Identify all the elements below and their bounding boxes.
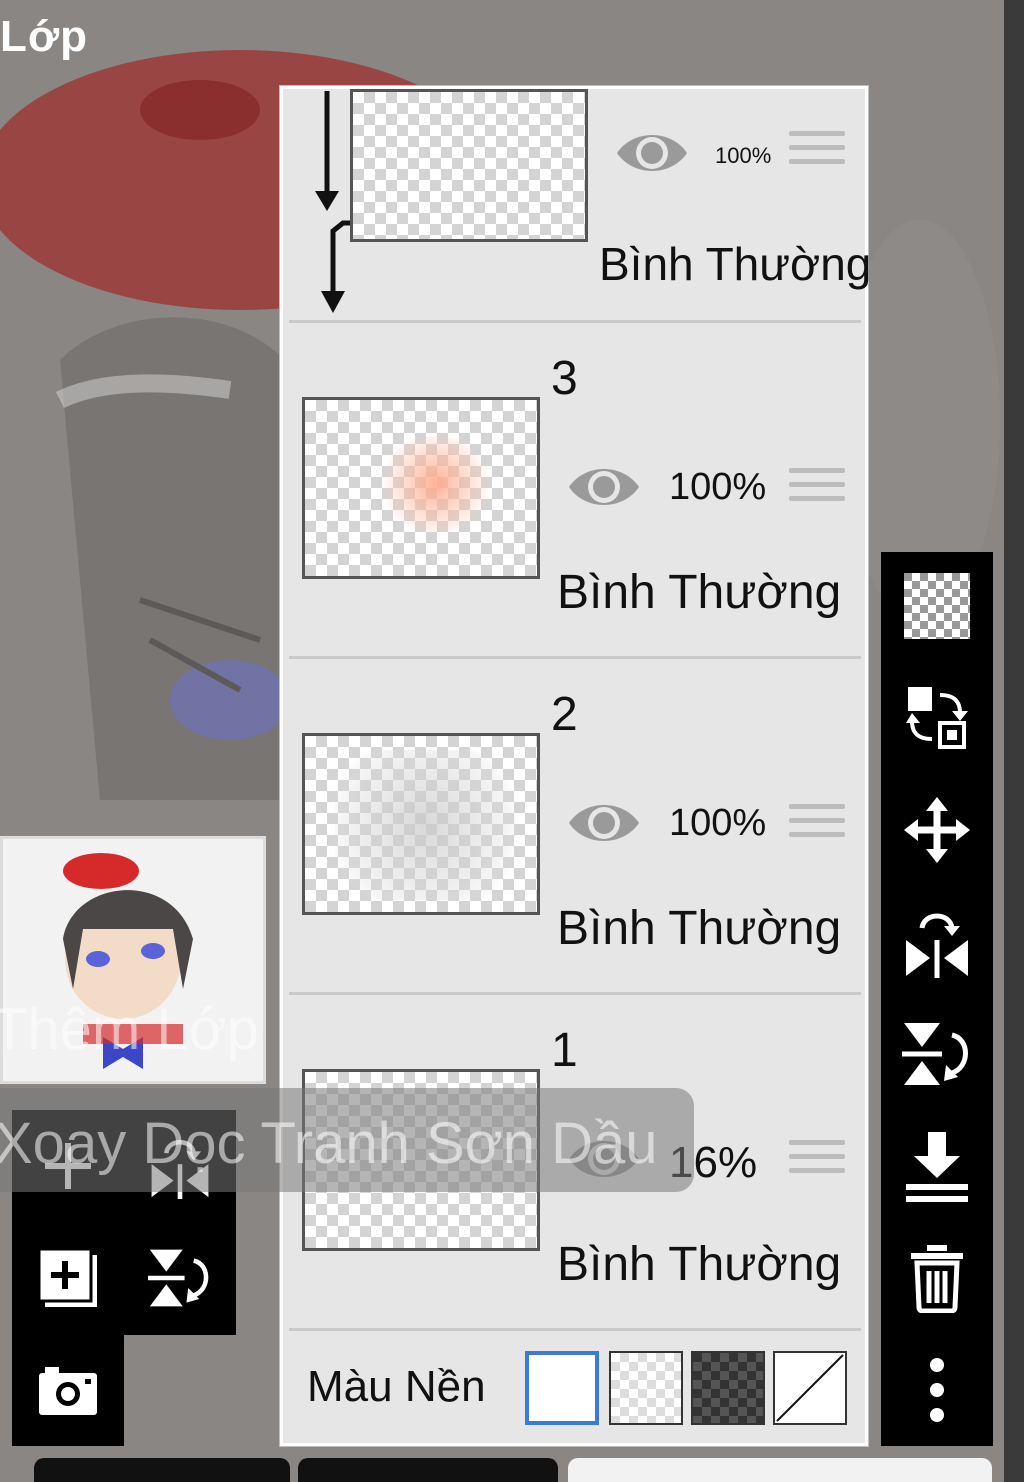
- layer-row[interactable]: 3 100% Bình Thường: [289, 323, 861, 659]
- drag-handle-icon[interactable]: [789, 1140, 845, 1182]
- layer-number: 1: [551, 1024, 578, 1077]
- layer-opacity[interactable]: 100%: [715, 143, 771, 169]
- bottom-tab-2[interactable]: [298, 1458, 558, 1482]
- add-image-layer-button[interactable]: [12, 1222, 124, 1334]
- move-button[interactable]: [881, 780, 993, 880]
- merge-down-icon: [906, 1132, 968, 1202]
- layer-row[interactable]: 2 100% Bình Thường: [289, 659, 861, 995]
- screen-edge: [1004, 0, 1024, 1482]
- transparency-icon: [904, 573, 970, 639]
- merge-down-button[interactable]: [881, 1116, 993, 1216]
- transparency-button[interactable]: [881, 556, 993, 656]
- swap-layers-icon: [906, 687, 968, 749]
- flip-vertical-icon: [902, 1023, 968, 1085]
- background-color-row: Màu Nền: [289, 1334, 861, 1434]
- layer-thumbnail[interactable]: [302, 733, 540, 915]
- move-icon: [904, 797, 970, 863]
- drag-handle-icon[interactable]: [789, 468, 845, 510]
- flip-vertical-button[interactable]: [881, 1004, 993, 1104]
- layer-number: 2: [551, 688, 578, 741]
- layer-thumbnail[interactable]: [302, 397, 540, 579]
- blend-mode[interactable]: Bình Thường: [557, 1237, 841, 1292]
- background-white-swatch[interactable]: [525, 1351, 599, 1425]
- layer-tools-toolbar: [881, 552, 993, 1446]
- delete-layer-button[interactable]: [881, 1228, 993, 1328]
- camera-icon: [39, 1367, 97, 1415]
- screen-title: Lớp: [0, 12, 89, 61]
- left-toolbar-bottom: [12, 1335, 124, 1446]
- blend-mode[interactable]: Bình Thường: [599, 237, 871, 291]
- layer-opacity[interactable]: 100%: [669, 802, 766, 845]
- blend-mode[interactable]: Bình Thường: [557, 901, 841, 956]
- flip-horizontal-button[interactable]: [881, 892, 993, 992]
- trash-icon: [911, 1245, 963, 1313]
- camera-button[interactable]: [12, 1335, 124, 1447]
- toast-text: Xoay Dọc Tranh Sơn Dầu: [0, 1111, 658, 1176]
- blend-mode[interactable]: Bình Thường: [557, 565, 841, 620]
- background-transparent-swatch[interactable]: [609, 1351, 683, 1425]
- swap-layers-button[interactable]: [881, 668, 993, 768]
- slash-icon: [776, 1354, 844, 1422]
- more-vertical-icon: [930, 1358, 944, 1422]
- layer-number: 3: [551, 352, 578, 405]
- more-options-button[interactable]: [881, 1340, 993, 1440]
- flip-vertical-left-button[interactable]: [124, 1222, 236, 1334]
- add-image-layer-icon: [37, 1247, 97, 1307]
- layer-thumbnail[interactable]: [350, 89, 588, 242]
- bottom-tab-3[interactable]: [568, 1458, 992, 1482]
- drag-handle-icon[interactable]: [789, 131, 845, 173]
- background-dark-swatch[interactable]: [691, 1351, 765, 1425]
- bottom-tab-1[interactable]: [34, 1458, 290, 1482]
- flip-horizontal-icon: [906, 913, 968, 978]
- layers-panel: 100% Bình Thường 3 100% Bình Thường 2 10…: [280, 86, 871, 1446]
- background-color-label: Màu Nền: [307, 1362, 486, 1411]
- visibility-eye-icon[interactable]: [565, 459, 643, 515]
- add-layer-ghost-label: Thêm Lớp: [0, 997, 259, 1062]
- flip-vertical-icon: [148, 1249, 209, 1307]
- visibility-eye-icon[interactable]: [565, 795, 643, 851]
- layer-opacity[interactable]: 100%: [669, 466, 766, 509]
- drag-handle-icon[interactable]: [789, 804, 845, 846]
- background-none-swatch[interactable]: [773, 1351, 847, 1425]
- visibility-eye-icon[interactable]: [613, 125, 691, 181]
- layer-row-top[interactable]: 100% Bình Thường: [289, 89, 871, 323]
